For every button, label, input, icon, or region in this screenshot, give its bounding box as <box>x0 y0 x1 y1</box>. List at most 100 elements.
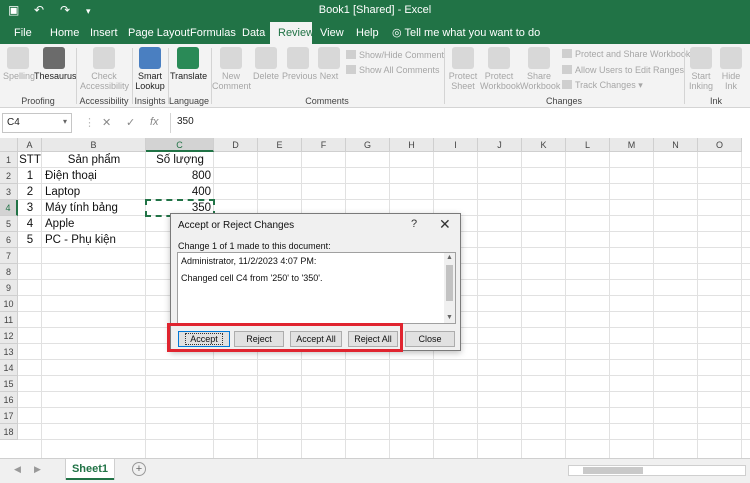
spelling-button[interactable]: Spelling <box>3 47 35 81</box>
next-comment-button[interactable]: Next <box>316 47 342 81</box>
column-header-m[interactable]: M <box>610 138 654 152</box>
scroll-right-icon[interactable]: ▶ <box>34 464 41 475</box>
cell-c2[interactable]: 800 <box>146 168 214 184</box>
row-header-3[interactable]: 3 <box>0 184 18 200</box>
check-accessibility-button[interactable]: Check Accessibility <box>80 47 130 91</box>
column-header-e[interactable]: E <box>258 138 302 152</box>
select-all-corner[interactable] <box>0 138 18 152</box>
close-icon[interactable]: ✕ <box>439 216 451 233</box>
track-changes-button[interactable]: Track Changes ▾ <box>562 80 643 91</box>
add-sheet-icon[interactable]: + <box>132 462 146 476</box>
scrollbar-thumb[interactable] <box>446 265 453 301</box>
previous-comment-button[interactable]: Previous <box>282 47 317 81</box>
row-header-14[interactable]: 14 <box>0 360 18 376</box>
show-all-comments-button[interactable]: Show All Comments <box>346 65 440 75</box>
column-header-h[interactable]: H <box>390 138 434 152</box>
insert-function-icon[interactable]: fx <box>150 116 159 128</box>
cell-b4[interactable]: Máy tính bảng <box>42 200 146 216</box>
row-header-4[interactable]: 4 <box>0 200 18 216</box>
smart-lookup-button[interactable]: Smart Lookup <box>134 47 166 91</box>
protect-sheet-button[interactable]: Protect Sheet <box>446 47 480 91</box>
tab-home[interactable]: Home <box>42 22 87 44</box>
cell-a6[interactable]: 5 <box>18 232 42 248</box>
enter-icon[interactable]: ✓ <box>126 116 135 129</box>
cell-c3[interactable]: 400 <box>146 184 214 200</box>
tab-data[interactable]: Data <box>234 22 273 44</box>
row-header-1[interactable]: 1 <box>0 152 18 168</box>
protect-workbook-button[interactable]: Protect Workbook <box>480 47 520 91</box>
row-header-11[interactable]: 11 <box>0 312 18 328</box>
translate-button[interactable]: Translate <box>170 47 207 81</box>
column-header-d[interactable]: D <box>214 138 258 152</box>
row-header-15[interactable]: 15 <box>0 376 18 392</box>
column-header-g[interactable]: G <box>346 138 390 152</box>
cell-c1[interactable]: Số lượng <box>146 152 214 168</box>
show-hide-comment-button[interactable]: Show/Hide Comment <box>346 50 444 60</box>
column-header-c[interactable]: C <box>146 138 214 152</box>
formula-input[interactable]: 350 <box>170 113 748 133</box>
row-header-5[interactable]: 5 <box>0 216 18 232</box>
chevron-down-icon[interactable]: ▼ <box>446 314 453 321</box>
cell-b2[interactable]: Điện thoại <box>42 168 146 184</box>
chevron-up-icon[interactable]: ▲ <box>446 254 453 261</box>
tab-help[interactable]: Help <box>348 22 387 44</box>
tab-file[interactable]: File <box>6 22 40 44</box>
cell-a4[interactable]: 3 <box>18 200 42 216</box>
cell-b6[interactable]: PC - Phụ kiện <box>42 232 146 248</box>
protect-workbook-label-1: Protect <box>484 71 514 81</box>
column-header-a[interactable]: A <box>18 138 42 152</box>
column-header-i[interactable]: I <box>434 138 478 152</box>
cell-a3[interactable]: 2 <box>18 184 42 200</box>
cell-b3[interactable]: Laptop <box>42 184 146 200</box>
start-inking-button[interactable]: Start Inking <box>686 47 716 91</box>
help-icon[interactable]: ? <box>411 218 417 230</box>
column-header-f[interactable]: F <box>302 138 346 152</box>
row-header-17[interactable]: 17 <box>0 408 18 424</box>
row-header-10[interactable]: 10 <box>0 296 18 312</box>
change-details-scrollbar[interactable]: ▲ ▼ <box>444 253 455 323</box>
row-header-2[interactable]: 2 <box>0 168 18 184</box>
new-comment-button[interactable]: New Comment <box>212 47 251 91</box>
cell-b1[interactable]: Sản phẩm <box>42 152 146 168</box>
check-accessibility-label-2: Accessibility <box>80 81 130 91</box>
column-header-j[interactable]: J <box>478 138 522 152</box>
name-box[interactable]: C4 ▾ <box>2 113 72 133</box>
allow-users-edit-ranges-button[interactable]: Allow Users to Edit Ranges <box>562 65 684 75</box>
column-header-o[interactable]: O <box>698 138 742 152</box>
column-header-l[interactable]: L <box>566 138 610 152</box>
chevron-down-icon[interactable]: ▾ <box>63 117 67 126</box>
tab-review[interactable]: Review <box>270 22 314 44</box>
row-header-13[interactable]: 13 <box>0 344 18 360</box>
thesaurus-button[interactable]: Thesaurus <box>34 47 77 81</box>
sheet-tab-sheet1[interactable]: Sheet1 <box>66 459 114 480</box>
cell-a2[interactable]: 1 <box>18 168 42 184</box>
scrollbar-thumb[interactable] <box>583 467 643 474</box>
cell-a5[interactable]: 4 <box>18 216 42 232</box>
share-workbook-button[interactable]: Share Workbook <box>520 47 560 91</box>
gridline <box>18 359 750 360</box>
horizontal-scrollbar[interactable] <box>568 465 746 476</box>
row-header-8[interactable]: 8 <box>0 264 18 280</box>
tab-insert[interactable]: Insert <box>82 22 126 44</box>
row-header-16[interactable]: 16 <box>0 392 18 408</box>
hide-ink-button[interactable]: Hide Ink <box>718 47 744 91</box>
scroll-left-icon[interactable]: ◀ <box>14 464 21 475</box>
column-header-n[interactable]: N <box>654 138 698 152</box>
column-header-k[interactable]: K <box>522 138 566 152</box>
cell-b5[interactable]: Apple <box>42 216 146 232</box>
protect-share-workbook-button[interactable]: Protect and Share Workbook <box>562 49 690 59</box>
tab-view[interactable]: View <box>312 22 352 44</box>
cell-a1[interactable]: STT <box>18 152 42 168</box>
smart-lookup-icon <box>139 47 161 69</box>
delete-comment-button[interactable]: Delete <box>252 47 280 81</box>
row-header-9[interactable]: 9 <box>0 280 18 296</box>
row-header-6[interactable]: 6 <box>0 232 18 248</box>
cancel-icon[interactable]: ✕ <box>102 116 111 129</box>
tell-me-search[interactable]: ◎ Tell me what you want to do <box>392 22 540 44</box>
change-details-box[interactable]: Administrator, 11/2/2023 4:07 PM: Change… <box>177 252 456 324</box>
row-header-7[interactable]: 7 <box>0 248 18 264</box>
column-header-b[interactable]: B <box>42 138 146 152</box>
close-button[interactable]: Close <box>405 331 455 347</box>
row-header-18[interactable]: 18 <box>0 424 18 440</box>
row-header-12[interactable]: 12 <box>0 328 18 344</box>
